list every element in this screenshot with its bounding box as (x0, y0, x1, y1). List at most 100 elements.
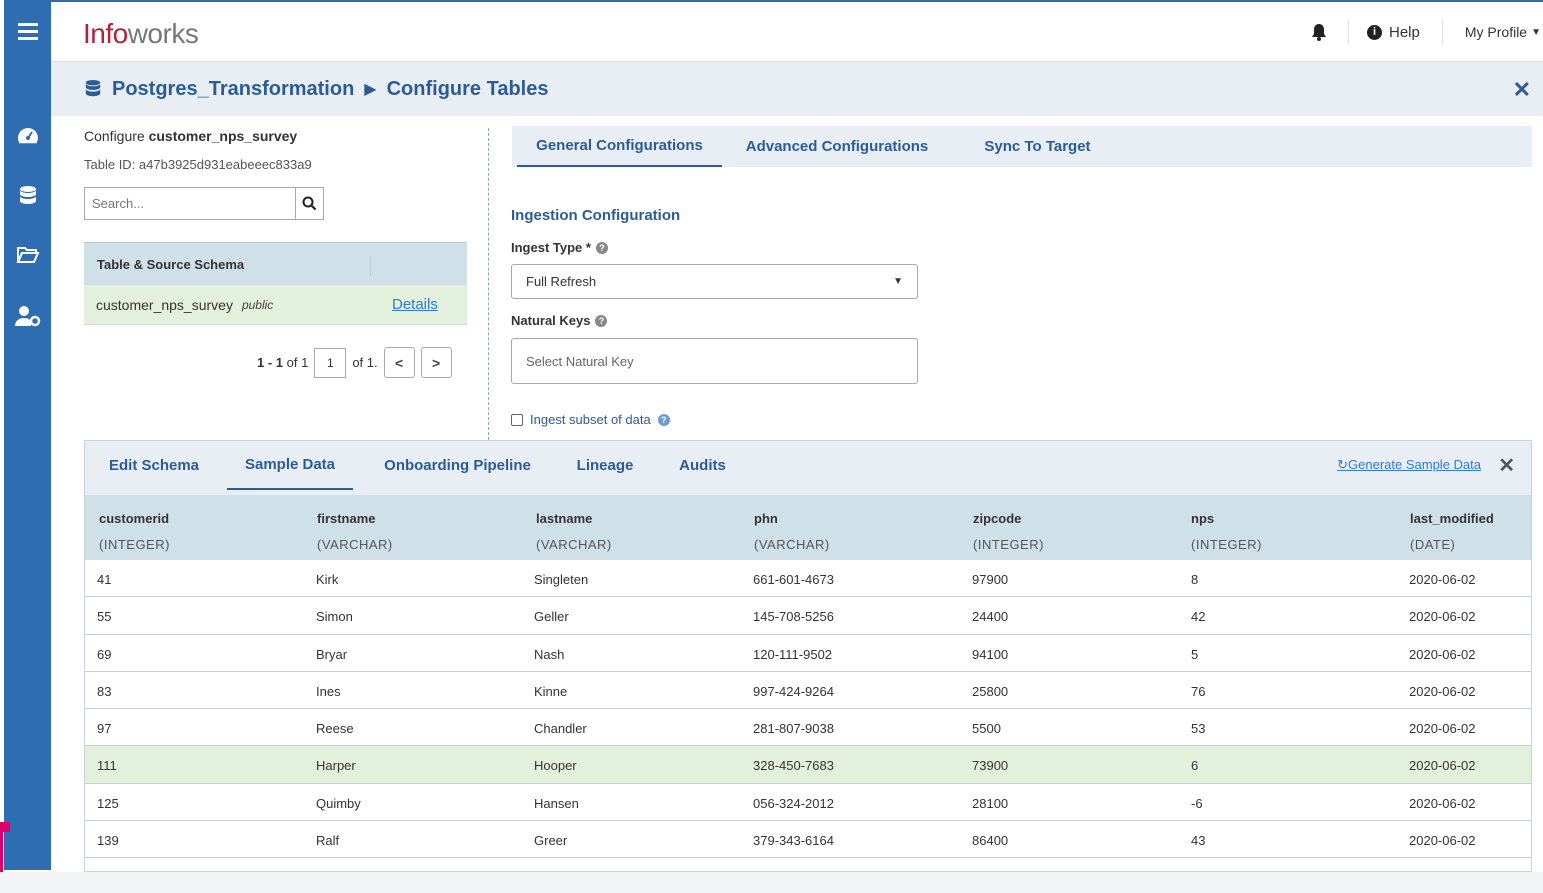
natural-key-select[interactable]: Select Natural Key (511, 338, 918, 384)
configure-title: Configure customer_nps_survey (84, 128, 298, 144)
notifications-bell-icon[interactable] (1289, 19, 1349, 45)
tab-onboarding-pipeline[interactable]: Onboarding Pipeline (370, 441, 545, 490)
column-header[interactable]: customerid (INTEGER) (99, 511, 170, 552)
table-cell: 94100 (972, 646, 1009, 662)
search-input[interactable] (85, 188, 295, 219)
help-icon[interactable]: ? (595, 314, 608, 327)
close-icon[interactable]: ✕ (1513, 77, 1531, 103)
column-header[interactable]: firstname (VARCHAR) (317, 511, 393, 552)
table-cell: 43 (1191, 833, 1206, 849)
tab-general-configurations[interactable]: General Configurations (517, 126, 722, 167)
table-cell: 2020-06-02 (1409, 646, 1476, 662)
table-row[interactable]: customer_nps_survey public Details (84, 285, 467, 325)
caret-right-icon: ▶ (364, 81, 377, 98)
table-cell: 328-450-7683 (753, 758, 834, 774)
source-table: Table & Source Schema customer_nps_surve… (84, 242, 467, 325)
tab-lineage[interactable]: Lineage (565, 441, 645, 490)
page-input[interactable]: 1 (314, 347, 347, 378)
left-nav-rail (4, 0, 51, 870)
column-type: (INTEGER) (99, 537, 170, 552)
table-cell: Ines (316, 683, 341, 699)
help-button[interactable]: i Help (1349, 19, 1443, 45)
table-cell: 25800 (972, 683, 1009, 699)
table-row[interactable]: 69 Bryar Nash 120-111-9502 94100 5 2020-06-02 (85, 635, 1531, 672)
close-icon[interactable]: ✕ (1498, 453, 1515, 478)
table-row[interactable]: 111 Harper Hooper 328-450-7683 73900 6 2020-06… (85, 746, 1531, 784)
table-cell: Hansen (534, 795, 579, 811)
help-icon[interactable]: ? (595, 241, 608, 254)
tab-sync-to-target[interactable]: Sync To Target (970, 126, 1105, 167)
tab-advanced-configurations[interactable]: Advanced Configurations (737, 126, 937, 167)
table-row[interactable]: 139 Ralf Greer 379-343-6164 86400 43 2020-06-0… (85, 821, 1531, 859)
table-cell: 2020-06-02 (1409, 833, 1476, 849)
column-header[interactable]: phn (VARCHAR) (754, 511, 830, 552)
table-row[interactable]: 97 Reese Chandler 281-807-9038 5500 53 2020-06… (85, 709, 1531, 747)
chevron-down-icon: ▼ (1531, 26, 1541, 38)
table-cell: 86400 (972, 833, 1009, 849)
user-settings-icon[interactable] (4, 305, 51, 327)
database-icon[interactable] (4, 185, 51, 207)
table-cell: 997-424-9264 (753, 683, 834, 699)
ingest-type-value: Full Refresh (526, 274, 597, 289)
my-profile-menu[interactable]: My Profile ▼ (1443, 24, 1543, 40)
table-row[interactable]: 41 Kirk Singleten 661-601-4673 97900 8 2020-06… (85, 560, 1531, 598)
column-header[interactable]: nps (INTEGER) (1191, 511, 1262, 552)
detail-tabs: Edit Schema Sample Data Onboarding Pipel… (85, 441, 1531, 495)
table-cell: 41 (97, 572, 112, 587)
generate-sample-data-link[interactable]: ↻Generate Sample Data (1337, 457, 1481, 473)
breadcrumb-source[interactable]: Postgres_Transformation (112, 78, 354, 101)
table-list-panel: Configure customer_nps_survey Table ID: … (84, 128, 468, 378)
table-cell: Kirk (316, 572, 339, 587)
tab-sample-data[interactable]: Sample Data (227, 441, 353, 490)
database-icon (85, 80, 101, 97)
infoworks-logo[interactable]: Infoworks (83, 18, 199, 50)
table-cell: 6 (1191, 758, 1199, 774)
column-name: customerid (99, 511, 170, 526)
table-row[interactable]: 125 Quimby Hansen 056-324-2012 28100 -6 2020-0… (85, 784, 1531, 822)
prev-page-button[interactable]: < (383, 347, 415, 378)
table-header: Table & Source Schema (84, 242, 467, 285)
table-cell: 2020-06-02 (1409, 758, 1476, 774)
top-header: Infoworks i Help My Profile ▼ (51, 0, 1543, 62)
info-icon: i (1367, 24, 1382, 40)
ingest-type-select[interactable]: Full Refresh ▼ (511, 264, 918, 299)
table-cell: Greer (534, 833, 568, 849)
ingest-subset-checkbox[interactable]: Ingest subset of data ? (511, 412, 918, 427)
folder-open-icon[interactable] (4, 246, 51, 264)
table-cell: 139 (97, 833, 119, 849)
tab-audits[interactable]: Audits (670, 441, 735, 490)
checkbox-icon[interactable] (511, 413, 523, 426)
details-link[interactable]: Details (392, 296, 438, 313)
column-name: zipcode (973, 511, 1022, 526)
table-cell: Bryar (316, 646, 348, 662)
next-page-button[interactable]: > (420, 347, 452, 378)
column-header[interactable]: zipcode (INTEGER) (973, 511, 1044, 552)
column-type: (VARCHAR) (536, 537, 612, 552)
dashboard-icon[interactable] (4, 126, 51, 146)
help-icon[interactable]: ? (657, 413, 670, 426)
column-header[interactable]: lastname (VARCHAR) (536, 511, 612, 552)
ingest-type-label: Ingest Type *? (511, 240, 918, 255)
refresh-icon: ↻ (1337, 457, 1349, 472)
table-name: customer_nps_survey (96, 296, 233, 313)
table-cell: Nash (534, 646, 565, 662)
table-cell: Singleten (534, 572, 589, 587)
column-type: (DATE) (1410, 537, 1456, 552)
pager-total: of 1. (352, 355, 378, 370)
search-icon[interactable] (295, 188, 323, 219)
column-header[interactable]: last_modified (DATE) (1410, 511, 1494, 552)
table-cell: Kinne (534, 683, 568, 699)
ingest-subset-label: Ingest subset of data (530, 412, 651, 427)
table-cell: -6 (1191, 795, 1203, 811)
menu-icon[interactable] (4, 0, 51, 62)
table-id: Table ID: a47b3925d931eabeeec833a9 (84, 157, 312, 172)
table-cell: Simon (316, 609, 353, 625)
table-row[interactable]: 55 Simon Geller 145-708-5256 24400 42 2020-06-… (85, 597, 1531, 635)
table-cell: 125 (97, 795, 119, 811)
column-type: (VARCHAR) (317, 537, 393, 552)
tab-edit-schema[interactable]: Edit Schema (93, 441, 215, 490)
table-detail-panel: Edit Schema Sample Data Onboarding Pipel… (84, 440, 1532, 872)
table-body: 41 Kirk Singleten 661-601-4673 97900 8 2020-06… (85, 560, 1531, 859)
window-bottom-edge (0, 872, 1543, 893)
table-row[interactable]: 83 Ines Kinne 997-424-9264 25800 76 2020-06-02 (85, 672, 1531, 710)
